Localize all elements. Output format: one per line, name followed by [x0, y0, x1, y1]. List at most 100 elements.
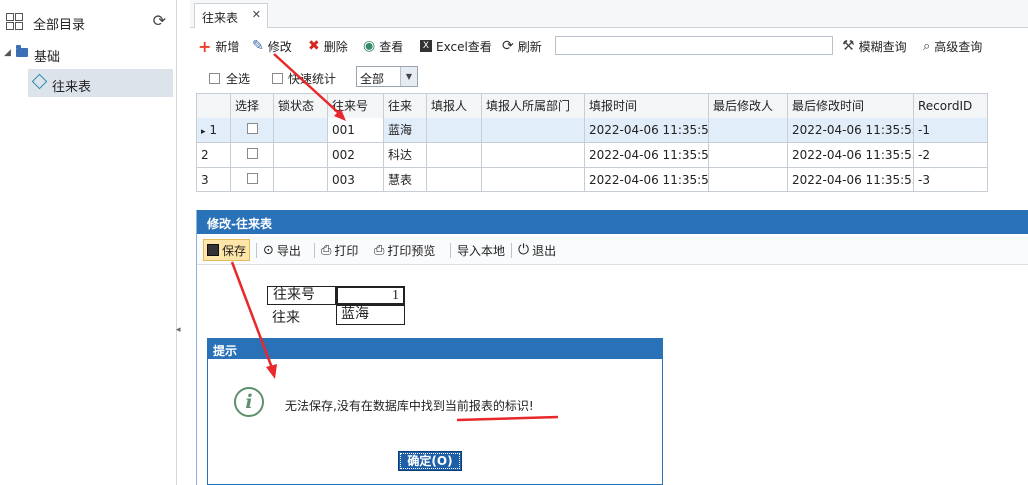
- column-header[interactable]: 填报人所属部门: [482, 94, 585, 118]
- refresh-button[interactable]: ⟳ 刷新: [502, 37, 542, 55]
- row-indicator-header: [197, 94, 231, 118]
- search-icon: ⌕: [923, 38, 931, 54]
- dialog-titlebar: 提示: [208, 339, 662, 359]
- info-icon: i: [234, 387, 264, 417]
- search-input[interactable]: [555, 36, 833, 55]
- edit-button[interactable]: ✎ 修改: [252, 37, 292, 55]
- id-value-field[interactable]: 1: [336, 286, 405, 305]
- id-cell[interactable]: 002: [328, 143, 384, 167]
- view-label: 查看: [379, 39, 404, 54]
- dept-cell[interactable]: [482, 143, 585, 167]
- dept-cell[interactable]: [482, 118, 585, 142]
- column-header[interactable]: 填报时间: [585, 94, 709, 118]
- dialog-message: 无法保存,没有在数据库中找到当前报表的标识!: [285, 399, 534, 413]
- id-cell[interactable]: 001: [328, 118, 384, 142]
- last-time-cell[interactable]: 2022-04-06 11:35:53: [788, 118, 914, 142]
- last-editor-cell[interactable]: [709, 143, 788, 167]
- add-label: 新增: [215, 39, 240, 54]
- record-id-cell[interactable]: -1: [914, 118, 987, 142]
- checkbox[interactable]: [247, 123, 258, 134]
- sidebar: 全部目录 ⟳ ◢ 基础 往来表: [0, 0, 177, 485]
- view-button[interactable]: ◉ 查看: [363, 37, 403, 55]
- tree-node-contacts[interactable]: 往来表: [28, 69, 173, 97]
- x-icon: ✖: [308, 38, 320, 54]
- select-cell[interactable]: [231, 143, 274, 167]
- quick-stats-label: 快速统计: [288, 72, 337, 86]
- delete-label: 删除: [323, 39, 348, 54]
- column-header[interactable]: 最后修改时间: [788, 94, 914, 118]
- refresh-label: 刷新: [517, 39, 542, 54]
- checkbox[interactable]: [272, 73, 283, 84]
- exit-button[interactable]: ⏻ 退出: [518, 242, 556, 258]
- reporter-cell[interactable]: [427, 143, 482, 167]
- select-all-checkbox[interactable]: 全选: [209, 70, 250, 87]
- quick-stats-checkbox[interactable]: 快速统计: [272, 70, 336, 87]
- divider: [450, 243, 451, 258]
- checkbox[interactable]: [247, 173, 258, 184]
- print-preview-button[interactable]: ⎙ 打印预览: [374, 242, 435, 258]
- close-icon[interactable]: ✕: [252, 8, 261, 21]
- caret-down-icon[interactable]: ◢: [4, 48, 11, 58]
- dialog-title: 提示: [213, 344, 238, 358]
- export-button[interactable]: ⊙ 导出: [263, 242, 301, 258]
- record-id-cell[interactable]: -2: [914, 143, 987, 167]
- checkbox[interactable]: [209, 73, 220, 84]
- last-editor-cell[interactable]: [709, 118, 788, 142]
- column-header[interactable]: RecordID: [914, 94, 987, 118]
- collapse-arrow-icon[interactable]: ◂: [176, 325, 181, 335]
- excel-view-button[interactable]: X Excel查看: [420, 37, 492, 55]
- column-header[interactable]: 往来号: [328, 94, 384, 118]
- tab-contacts[interactable]: 往来表 ✕: [194, 3, 268, 28]
- name-cell[interactable]: 科达: [384, 143, 427, 167]
- refresh-icon[interactable]: ⟳: [153, 11, 166, 30]
- time-cell[interactable]: 2022-04-06 11:35:53: [585, 118, 709, 142]
- message-dialog: 提示 i 无法保存,没有在数据库中找到当前报表的标识! 确定(O): [207, 338, 663, 485]
- checkbox[interactable]: [247, 148, 258, 159]
- lock-cell: [274, 168, 328, 192]
- add-button[interactable]: + 新增: [198, 37, 240, 56]
- printer-icon: ⎙: [321, 242, 332, 258]
- import-local-button[interactable]: 导入本地: [457, 242, 505, 258]
- save-label: 保存: [222, 243, 247, 258]
- cube-icon: [31, 73, 48, 90]
- id-cell[interactable]: 003: [328, 168, 384, 192]
- name-value-field[interactable]: 蓝海: [336, 305, 405, 325]
- table-row[interactable]: 3 003 慧表 2022-04-06 11:35:53 2022-04-06 …: [197, 168, 987, 192]
- select-cell[interactable]: [231, 118, 274, 142]
- time-cell[interactable]: 2022-04-06 11:35:53: [585, 143, 709, 167]
- print-button[interactable]: ⎙ 打印: [321, 242, 358, 258]
- fuzzy-query-button[interactable]: ⚒ 模糊查询: [842, 37, 907, 55]
- advanced-query-label: 高级查询: [934, 39, 983, 54]
- record-id-cell[interactable]: -3: [914, 168, 987, 192]
- fuzzy-query-label: 模糊查询: [858, 39, 907, 54]
- sidebar-title: 全部目录: [33, 18, 86, 33]
- select-cell[interactable]: [231, 168, 274, 192]
- advanced-query-button[interactable]: ⌕ 高级查询: [923, 37, 982, 55]
- column-header[interactable]: 最后修改人: [709, 94, 788, 118]
- grid-icon: [6, 13, 24, 31]
- table-row[interactable]: 2 002 科达 2022-04-06 11:35:53 2022-04-06 …: [197, 143, 987, 168]
- save-button[interactable]: 保存: [203, 239, 251, 261]
- reporter-cell[interactable]: [427, 168, 482, 192]
- table-row[interactable]: ▸ 1 001 蓝海 2022-04-06 11:35:53 2022-04-0…: [197, 118, 987, 143]
- column-header[interactable]: 选择: [231, 94, 274, 118]
- divider: [314, 243, 315, 258]
- edit-window-title: 修改-往来表: [207, 217, 272, 231]
- reporter-cell[interactable]: [427, 118, 482, 142]
- delete-button[interactable]: ✖ 删除: [308, 37, 348, 55]
- last-time-cell[interactable]: 2022-04-06 11:35:53: [788, 143, 914, 167]
- edit-label: 修改: [267, 39, 292, 54]
- last-time-cell[interactable]: 2022-04-06 11:35:53: [788, 168, 914, 192]
- column-header[interactable]: 填报人: [427, 94, 482, 118]
- name-cell[interactable]: 蓝海: [384, 118, 427, 142]
- dropdown-arrow-icon[interactable]: ▼: [400, 67, 417, 86]
- column-header[interactable]: 锁状态: [274, 94, 328, 118]
- ok-button[interactable]: 确定(O): [398, 451, 462, 471]
- scope-select[interactable]: 全部 ▼: [356, 66, 418, 87]
- column-header[interactable]: 往来: [384, 94, 427, 118]
- tree-node-basic[interactable]: ◢ 基础: [0, 44, 176, 66]
- time-cell[interactable]: 2022-04-06 11:35:53: [585, 168, 709, 192]
- dept-cell[interactable]: [482, 168, 585, 192]
- name-cell[interactable]: 慧表: [384, 168, 427, 192]
- last-editor-cell[interactable]: [709, 168, 788, 192]
